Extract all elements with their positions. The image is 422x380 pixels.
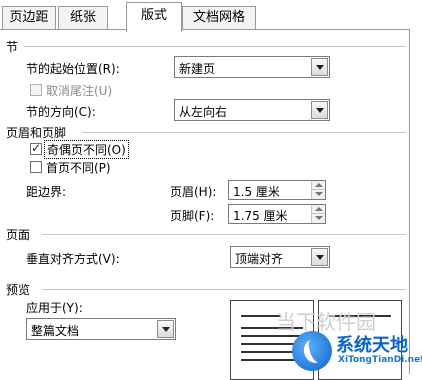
first-page-checkbox[interactable] bbox=[30, 161, 42, 173]
chevron-down-icon bbox=[311, 248, 328, 266]
header-footer-heading: 页眉和页脚 bbox=[6, 126, 67, 140]
tab-layout[interactable]: 版式 bbox=[126, 2, 182, 32]
preview-heading: 预览 bbox=[6, 283, 31, 297]
tab-paper[interactable]: 纸张 bbox=[58, 6, 108, 30]
brand-logo-icon bbox=[292, 331, 332, 371]
odd-even-label: 奇偶页不同(O) bbox=[44, 140, 129, 159]
preview-line bbox=[241, 315, 281, 317]
tab-bar: 页边距 纸张 版式 文档网格 bbox=[0, 0, 422, 32]
footer-distance-input[interactable]: 1.75 厘米 bbox=[228, 204, 326, 224]
chevron-down-icon bbox=[311, 101, 328, 119]
first-page-label: 首页不同(P) bbox=[46, 161, 111, 175]
section-direction-value: 从左向右 bbox=[179, 105, 228, 119]
apply-to-select[interactable]: 整篇文档 bbox=[26, 318, 176, 340]
section-start-label: 节的起始位置(R): bbox=[26, 62, 120, 76]
preview-divider bbox=[42, 289, 406, 290]
from-edge-label: 距边界: bbox=[26, 185, 67, 199]
header-footer-divider bbox=[82, 132, 406, 133]
odd-even-checkbox[interactable] bbox=[30, 141, 42, 155]
footer-distance-label: 页脚(F): bbox=[170, 209, 215, 223]
spin-down-icon[interactable] bbox=[311, 190, 325, 199]
section-start-select[interactable]: 新建页 bbox=[174, 56, 330, 78]
spin-down-icon[interactable] bbox=[311, 214, 325, 223]
page-divider bbox=[42, 234, 406, 235]
vertical-align-value: 顶端对齐 bbox=[235, 252, 284, 266]
header-distance-input[interactable]: 1.5 厘米 bbox=[228, 180, 326, 200]
apply-to-label: 应用于(Y): bbox=[26, 301, 83, 315]
tab-doc-grid[interactable]: 文档网格 bbox=[182, 6, 256, 30]
page-setup-dialog: 页边距 纸张 版式 文档网格 节 节的起始位置(R): 新建页 取消尾注(U) … bbox=[0, 0, 422, 380]
footer-distance-value: 1.75 厘米 bbox=[233, 209, 288, 223]
header-distance-value: 1.5 厘米 bbox=[233, 185, 280, 199]
spin-up-icon[interactable] bbox=[311, 181, 325, 190]
spin-up-icon[interactable] bbox=[311, 205, 325, 214]
tab-margins[interactable]: 页边距 bbox=[2, 6, 56, 30]
section-start-value: 新建页 bbox=[179, 62, 216, 76]
chevron-down-icon bbox=[311, 58, 328, 76]
section-heading: 节 bbox=[6, 40, 19, 54]
watermark-brand-url: XiTongTianDi.net bbox=[338, 355, 422, 365]
suppress-endnotes-label: 取消尾注(U) bbox=[46, 84, 113, 98]
section-direction-label: 节的方向(C): bbox=[26, 105, 96, 119]
section-divider bbox=[24, 46, 406, 47]
apply-to-value: 整篇文档 bbox=[31, 324, 80, 338]
section-direction-select[interactable]: 从左向右 bbox=[174, 99, 330, 121]
header-distance-label: 页眉(H): bbox=[170, 185, 217, 199]
watermark-brand: 系统天地 bbox=[336, 335, 408, 356]
vertical-align-label: 垂直对齐方式(V): bbox=[26, 252, 120, 266]
preview-line bbox=[241, 335, 303, 337]
page-heading: 页面 bbox=[6, 228, 31, 242]
chevron-down-icon bbox=[157, 320, 174, 338]
suppress-endnotes-checkbox[interactable] bbox=[30, 84, 42, 96]
vertical-align-select[interactable]: 顶端对齐 bbox=[230, 246, 330, 268]
